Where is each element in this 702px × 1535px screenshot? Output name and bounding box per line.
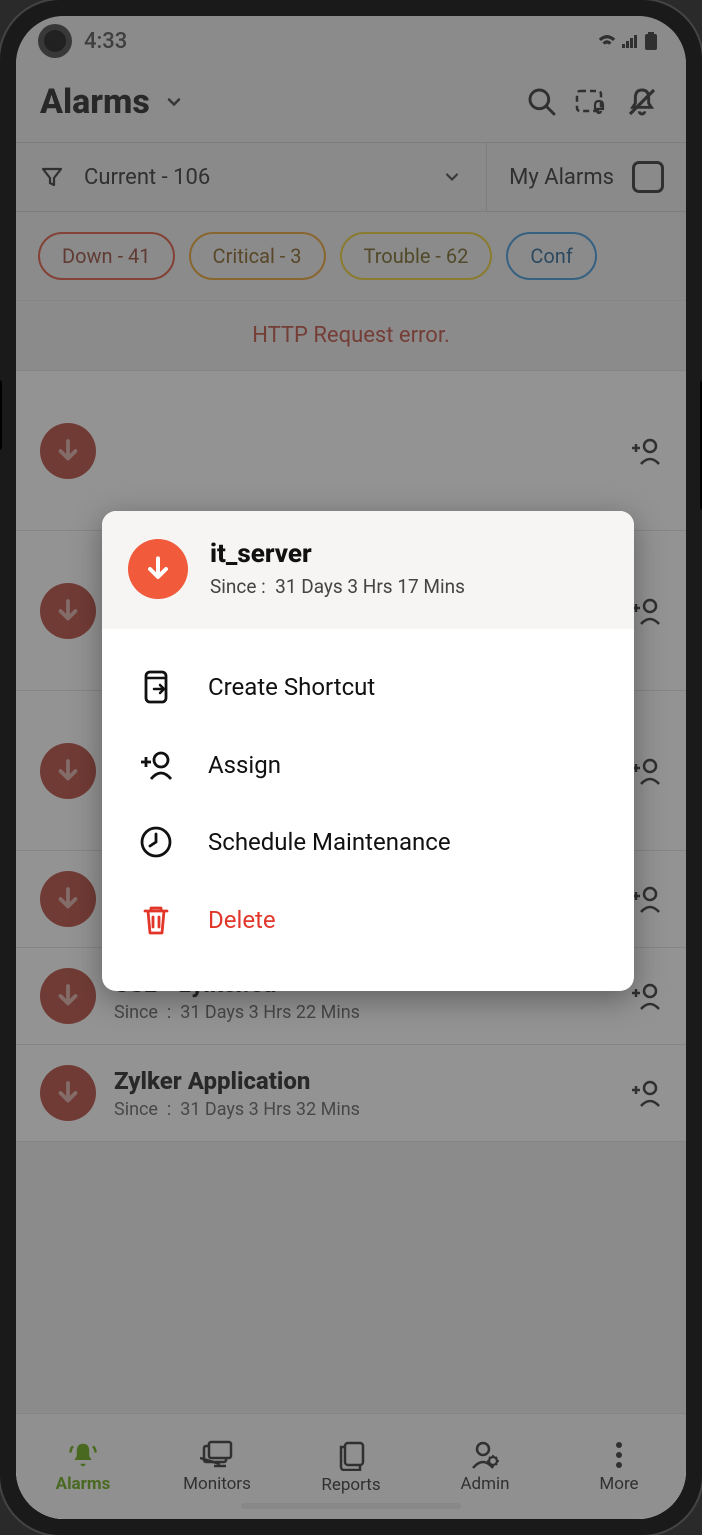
monitor-icon	[200, 1440, 234, 1470]
modal-menu: Create Shortcut Assign Schedule Maintena…	[102, 629, 634, 991]
status-bar: 4:33	[16, 16, 686, 66]
my-alarms-label: My Alarms	[509, 165, 614, 190]
context-menu-modal: it_server Since : 31 Days 3 Hrs 17 Mins …	[102, 511, 634, 991]
clock-icon	[136, 825, 176, 859]
assign-user-icon[interactable]	[628, 436, 662, 466]
down-status-icon	[40, 871, 96, 927]
down-status-icon	[40, 1065, 96, 1121]
chip-trouble[interactable]: Trouble - 62	[340, 232, 493, 280]
status-icons	[598, 32, 658, 50]
wifi-icon	[598, 34, 616, 48]
tab-more[interactable]: More	[552, 1414, 686, 1519]
menu-label: Schedule Maintenance	[208, 828, 451, 856]
search-icon[interactable]	[522, 82, 562, 122]
modal-since-value: 31 Days 3 Hrs 17 Mins	[275, 575, 465, 598]
since-label: Since	[114, 1099, 158, 1120]
tab-alarms[interactable]: Alarms	[16, 1414, 150, 1519]
menu-delete[interactable]: Delete	[102, 881, 634, 959]
home-indicator	[241, 1503, 461, 1509]
clock: 4:33	[84, 29, 127, 54]
signal-icon	[622, 34, 638, 48]
since-value: 31 Days 3 Hrs 32 Mins	[180, 1099, 360, 1120]
chip-down[interactable]: Down - 41	[38, 232, 175, 280]
down-status-icon	[128, 539, 188, 599]
status-chips: Down - 41 Critical - 3 Trouble - 62 Conf	[16, 212, 686, 300]
tab-label: More	[599, 1474, 638, 1494]
assign-user-icon[interactable]	[628, 1078, 662, 1108]
down-status-icon	[40, 968, 96, 1024]
tab-label: Alarms	[56, 1474, 111, 1494]
list-item[interactable]	[16, 371, 686, 531]
down-status-icon	[40, 743, 96, 799]
filter-current-label: Current - 106	[84, 165, 210, 190]
battery-icon	[644, 32, 658, 50]
tab-label: Reports	[321, 1475, 380, 1495]
since-label: Since	[114, 1002, 158, 1023]
menu-create-shortcut[interactable]: Create Shortcut	[102, 647, 634, 727]
list-item[interactable]: Zylker Application Since : 31 Days 3 Hrs…	[16, 1045, 686, 1142]
mute-bell-icon[interactable]	[622, 82, 662, 122]
tab-label: Admin	[460, 1474, 509, 1494]
tab-label: Monitors	[183, 1474, 251, 1494]
menu-label: Assign	[208, 751, 281, 779]
page-title: Alarms	[40, 82, 150, 122]
app-bar: Alarms	[16, 66, 686, 142]
menu-label: Delete	[208, 906, 276, 934]
down-status-icon	[40, 583, 96, 639]
modal-header: it_server Since : 31 Days 3 Hrs 17 Mins	[102, 511, 634, 629]
menu-label: Create Shortcut	[208, 673, 375, 701]
reports-icon	[335, 1439, 367, 1471]
chip-critical[interactable]: Critical - 3	[189, 232, 326, 280]
assign-icon	[136, 749, 176, 781]
assign-user-icon[interactable]	[628, 981, 662, 1011]
alert-box-icon[interactable]	[572, 82, 612, 122]
device-frame: 4:33 Alarms	[0, 0, 702, 1535]
since-value: 31 Days 3 Hrs 22 Mins	[180, 1002, 360, 1023]
chip-conf[interactable]: Conf	[506, 232, 596, 280]
bell-icon	[67, 1440, 99, 1470]
filter-bar: Current - 106 My Alarms	[16, 142, 686, 212]
shortcut-icon	[136, 669, 176, 705]
menu-schedule-maintenance[interactable]: Schedule Maintenance	[102, 803, 634, 881]
title-dropdown-icon[interactable]	[164, 92, 184, 112]
chevron-down-icon	[442, 167, 462, 187]
menu-assign[interactable]: Assign	[102, 727, 634, 803]
more-icon	[613, 1440, 625, 1470]
front-camera	[44, 30, 66, 52]
down-status-icon	[40, 423, 96, 479]
modal-title: it_server	[210, 539, 465, 569]
error-banner: HTTP Request error.	[16, 300, 686, 371]
trash-icon	[136, 903, 176, 937]
my-alarms-checkbox[interactable]	[632, 161, 664, 193]
screen: 4:33 Alarms	[16, 16, 686, 1519]
modal-since-label: Since :	[210, 575, 266, 598]
alarm-title: Zylker Application	[114, 1067, 610, 1095]
filter-dropdown[interactable]: Current - 106	[16, 143, 487, 211]
funnel-icon	[40, 165, 64, 189]
admin-icon	[470, 1440, 500, 1470]
